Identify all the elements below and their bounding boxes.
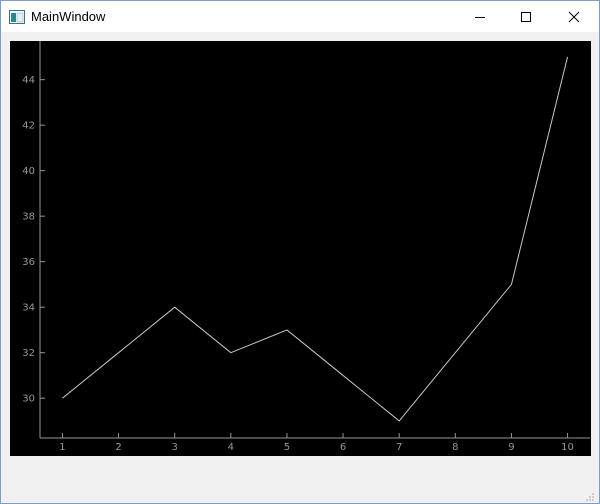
y-tick-label: 36 (22, 257, 35, 268)
main-window: MainWindow 30 32 34 36 38 40 42 44 1 2 3 4 5 6 7 8 9 10 (0, 0, 600, 504)
y-tick-label: 30 (22, 394, 35, 405)
minimize-icon (474, 11, 486, 23)
line-chart: 30323436384042441 2 3 4 5 6 7 8 9 10 (22, 41, 590, 453)
plot-widget[interactable]: 30 32 34 36 38 40 42 44 1 2 3 4 5 6 7 8 9 10 (10, 41, 591, 456)
window-title: MainWindow (31, 9, 106, 24)
series-line (62, 56, 569, 422)
close-icon (568, 11, 580, 23)
x-tick-label: 6 (340, 442, 346, 453)
y-tick-label: 44 (22, 75, 35, 86)
x-tick-label: 1 (59, 442, 65, 453)
x-tick-label: 9 (508, 442, 514, 453)
x-tick-label: 8 (452, 442, 458, 453)
y-tick-label: 32 (22, 348, 35, 359)
title-bar[interactable]: MainWindow (1, 1, 599, 32)
x-tick-label: 5 (284, 442, 290, 453)
y-tick-label: 34 (22, 303, 35, 314)
maximize-icon (520, 11, 532, 23)
y-tick-label: 42 (22, 121, 35, 132)
minimize-button[interactable] (457, 1, 503, 32)
y-tick-label: 38 (22, 212, 35, 223)
x-tick-label: 10 (561, 442, 574, 453)
close-button[interactable] (551, 1, 597, 32)
maximize-button[interactable] (503, 1, 549, 32)
x-tick-label: 3 (172, 442, 178, 453)
x-tick-label: 7 (396, 442, 402, 453)
resize-grip-icon[interactable] (585, 489, 595, 501)
y-tick-label: 40 (22, 166, 35, 177)
x-tick-label: 2 (115, 442, 121, 453)
app-icon (9, 10, 25, 24)
x-tick-label: 4 (228, 442, 234, 453)
